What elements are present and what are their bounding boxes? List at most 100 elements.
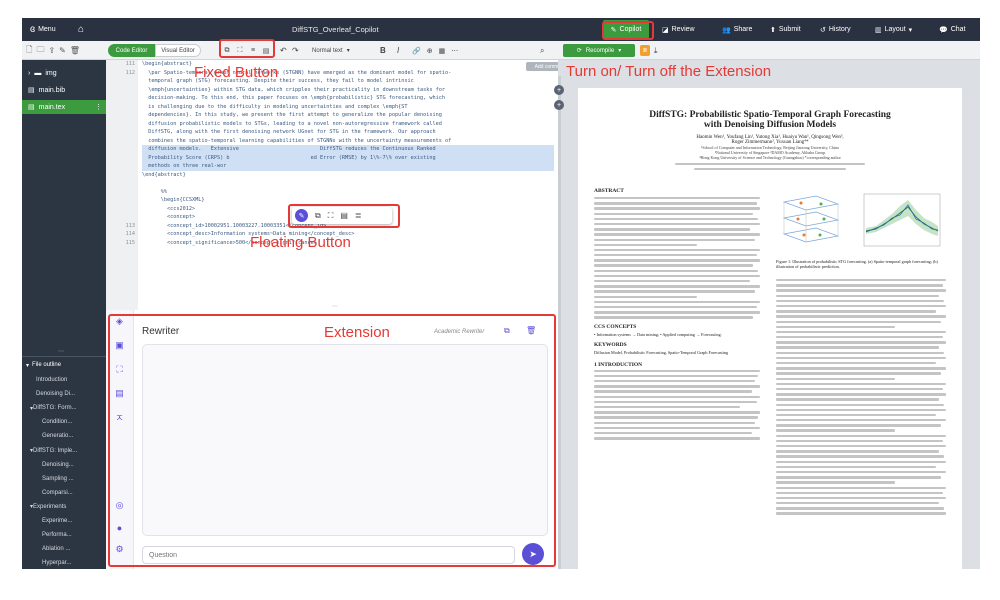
upload-icon[interactable]: ⇪: [48, 46, 55, 55]
code-line[interactable]: decision-making. To this end, this paper…: [142, 94, 554, 103]
document-title: DiffSTG_Overleaf_Copilot: [292, 25, 379, 34]
intro-heading: 1 INTRODUCTION: [594, 361, 643, 368]
italic-button[interactable]: I: [397, 44, 399, 57]
file-tree-item-main-bib[interactable]: ▤ main.bib: [22, 83, 106, 97]
outline-item[interactable]: ▾ Experiments: [22, 500, 106, 514]
logs-icon[interactable]: ≣: [640, 45, 650, 56]
code-editor[interactable]: 111 112 113 114 115 \begin{abstract} \par Sp…: [106, 60, 558, 310]
text-line: [776, 393, 946, 396]
outline-item[interactable]: Condition...: [22, 415, 106, 429]
new-folder-icon[interactable]: 🗀: [36, 44, 44, 58]
outline-item[interactable]: Hyperpar...: [22, 556, 106, 569]
file-tree-item-img[interactable]: › ▬ img: [22, 66, 106, 80]
submit-button[interactable]: ⬆ Submit: [770, 18, 801, 41]
text-line: [594, 305, 757, 309]
recompile-button[interactable]: ⟳ Recompile ▾: [563, 44, 635, 57]
bold-button[interactable]: B: [380, 44, 386, 57]
code-line[interactable]: %%: [142, 188, 554, 197]
redo-icon[interactable]: ↷: [292, 44, 299, 57]
outline-item[interactable]: ▾ DiffSTG: Form...: [22, 401, 106, 415]
layout-button[interactable]: ▥ Layout ▾: [875, 18, 912, 41]
extension-highlight: [108, 314, 556, 567]
code-line[interactable]: Probability Score (CRPS) b ed Error (RMS…: [142, 153, 554, 162]
line-number: [106, 103, 138, 112]
text-line: [594, 395, 760, 399]
text-line: [776, 408, 946, 412]
outline-item[interactable]: Denoising Di...: [22, 387, 106, 401]
outline-item[interactable]: Generatio...: [22, 429, 106, 443]
line-number: [106, 137, 138, 146]
history-label: History: [828, 26, 851, 33]
intro-body: [594, 369, 760, 440]
code-line[interactable]: \end{abstract}: [142, 171, 554, 180]
text-style-select[interactable]: Normal text ▾: [312, 44, 372, 57]
download-pdf-icon[interactable]: ⤓: [654, 44, 658, 57]
new-file-icon[interactable]: 🗋: [26, 44, 32, 58]
resize-handle[interactable]: ⋯: [332, 303, 338, 310]
code-line[interactable]: DiffSTG, along with the first denoising …: [142, 128, 554, 137]
trash-icon[interactable]: 🗑: [70, 46, 80, 55]
outline-item[interactable]: ▾ DiffSTG: Imple...: [22, 443, 106, 457]
paper-title-line1: DiffSTG: Probabilistic Spatio-Temporal G…: [649, 110, 891, 120]
overleaf-logo-icon: ɞ: [30, 24, 36, 35]
file-actions: 🗋 🗀 ⇪ ✎ 🗑: [26, 44, 80, 57]
splitter[interactable]: [558, 76, 561, 569]
line-number: [106, 77, 138, 86]
add-comment-marker-icon[interactable]: +: [554, 100, 564, 110]
search-icon[interactable]: ⌕: [540, 44, 544, 57]
figure-caption: Figure 1: Illustration of probabilistic …: [776, 259, 938, 269]
resize-handle[interactable]: ⋯: [58, 348, 64, 355]
share-button[interactable]: 👥 Share: [722, 18, 752, 41]
menu-button[interactable]: ɞ Menu: [30, 18, 56, 41]
line-number: [106, 94, 138, 103]
code-editor-tab[interactable]: Code Editor: [108, 44, 155, 57]
text-line: [594, 400, 757, 404]
code-line[interactable]: \emph{uncertainties} within STG data, wh…: [142, 86, 554, 95]
undo-icon[interactable]: ↶: [280, 44, 287, 57]
paper-right-column: Figure 1: Illustration of probabilistic …: [776, 188, 946, 518]
more-icon[interactable]: ⋯: [451, 47, 458, 55]
outline-item[interactable]: Sampling ...: [22, 472, 106, 486]
stg-cube-graphic: [782, 195, 840, 243]
code-line[interactable]: dependencies}. In this study, we present…: [142, 111, 554, 120]
chat-button[interactable]: 💬 Chat: [939, 18, 966, 41]
code-line[interactable]: [142, 179, 554, 188]
history-button[interactable]: ↺ History: [820, 18, 851, 41]
link-icon[interactable]: 🔗: [412, 47, 421, 55]
paper-title-line2: with Denoising Diffusion Models: [703, 120, 837, 130]
code-line[interactable]: is challenging due to the difficulty in …: [142, 103, 554, 112]
home-icon[interactable]: ⌂: [78, 18, 84, 41]
outline-item-label: DiffSTG: Form...: [33, 405, 77, 412]
outline-item[interactable]: Ablation ...: [22, 542, 106, 556]
add-comment-button[interactable]: Add comment: [526, 62, 558, 71]
text-line: [776, 315, 946, 318]
text-line: [776, 341, 946, 344]
kebab-menu-icon[interactable]: ⋮: [95, 103, 102, 111]
caret-down-icon: ▾: [908, 26, 913, 34]
code-line[interactable]: methods on three real-wor: [142, 162, 554, 171]
code-line[interactable]: diffusion probabilistic models to STGs, …: [142, 120, 554, 129]
code-line[interactable]: combines the spatio-temporal learning ca…: [142, 137, 554, 146]
outline-item[interactable]: Performa...: [22, 528, 106, 542]
figure-icon[interactable]: ▦: [439, 47, 446, 55]
outline-item[interactable]: Introduction: [22, 373, 106, 387]
code-line[interactable]: diffusion models. Extensive DiffSTG redu…: [142, 145, 554, 154]
recompile-label: Recompile: [585, 47, 615, 54]
visual-editor-tab[interactable]: Visual Editor: [155, 44, 201, 57]
file-icon: ▤: [28, 87, 35, 94]
review-button[interactable]: ◪ Review: [662, 18, 695, 41]
text-line: [594, 369, 760, 373]
text-line: [594, 431, 752, 435]
edit-icon[interactable]: ✎: [59, 46, 66, 55]
outline-item[interactable]: Experime...: [22, 514, 106, 528]
outline-header[interactable]: ▾ File outline: [22, 357, 106, 373]
file-tree: › ▬ img ▤ main.bib ▤ main.tex ⋮ ⋯: [22, 60, 106, 356]
reference-icon[interactable]: ⊕: [427, 47, 433, 55]
outline-item[interactable]: Denoising...: [22, 458, 106, 472]
file-tree-item-main-tex[interactable]: ▤ main.tex ⋮: [22, 100, 106, 114]
outline-item[interactable]: Comparsi...: [22, 486, 106, 500]
text-line: [776, 310, 936, 313]
chevron-down-icon: ▾: [346, 48, 350, 54]
text-line: [776, 481, 895, 484]
add-comment-marker-icon[interactable]: +: [554, 85, 564, 95]
